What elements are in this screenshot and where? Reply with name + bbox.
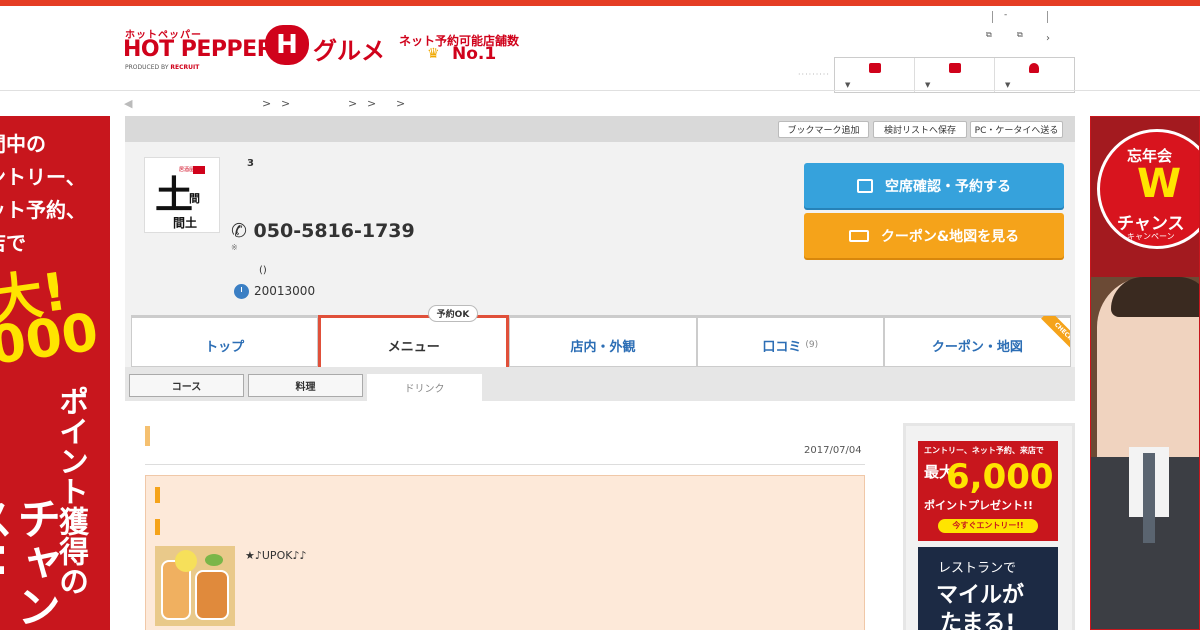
clock-icon <box>234 284 249 299</box>
breadcrumb-separator: > <box>367 97 377 110</box>
shop-logo: 土 居酒屋 間 間土 <box>144 157 220 233</box>
right-banner-ad[interactable]: 忘年会 W チャンス キャンペーン <box>1090 116 1200 630</box>
business-hours: 20013000 <box>254 284 316 298</box>
bookmark-icon <box>949 63 961 73</box>
phone-number-text: 050-5816-1739 <box>253 220 415 242</box>
phone-icon: ✆ <box>231 220 247 242</box>
recruit-text: RECRUIT <box>170 64 200 71</box>
drink-menu-name: ★♪UPOK♪♪ <box>245 549 307 562</box>
menu-heading-bar <box>155 487 160 503</box>
chevron-right-icon[interactable]: › <box>1046 33 1050 44</box>
header-divider <box>992 11 993 23</box>
breadcrumb-separator: > <box>262 97 272 110</box>
breadcrumb-separator: > <box>396 97 406 110</box>
subtab-course[interactable]: コース <box>129 374 244 397</box>
breadcrumb-separator: > <box>281 97 291 110</box>
ad-left-line: 間中の <box>0 132 46 156</box>
link-icon[interactable]: ⧉ <box>1017 30 1023 40</box>
check-ribbon: CHECK <box>1036 316 1070 350</box>
subtab-food[interactable]: 料理 <box>248 374 363 397</box>
tab-reviews[interactable]: 口コミ (9) <box>696 315 884 367</box>
ad-left-big2: ,000 <box>0 302 102 380</box>
ad-right-text3: キャンペーン <box>1127 232 1175 241</box>
breadcrumb-back-icon[interactable]: ◀ <box>124 97 132 110</box>
chevron-down-icon: ▼ <box>1005 81 1011 89</box>
sidebar-point-campaign-ad[interactable]: エントリー、ネット予約、来店で 最大 6,000 ポイントプレゼント!! 今すぐ… <box>918 441 1058 541</box>
produced-by-text: PRODUCED BY <box>125 64 169 71</box>
shop-icon <box>869 63 881 73</box>
phone-number[interactable]: ✆ 050-5816-1739 <box>231 220 415 242</box>
header-divider-line <box>0 90 1200 91</box>
shop-logo-kanji-mid: 間 <box>189 192 200 205</box>
section-heading-bar <box>145 426 150 446</box>
review-count: (9) <box>805 340 819 350</box>
left-banner-ad[interactable]: 間中の ントリー、 ット予約、 店で 大! ,000 ポイント獲得の チャンス!… <box>0 116 110 630</box>
ad-right-w: W <box>1137 161 1182 207</box>
shop-tabs: トップ メニュー 店内・外観 口コミ (9) クーポン・地図 <box>131 315 1072 367</box>
send-to-phone-button[interactable]: PC・ケータイへ送る <box>970 121 1063 138</box>
side-ad1-amount: 6,000 <box>946 457 1054 497</box>
check-ribbon-text: CHECK <box>1041 316 1070 350</box>
logo-produced-by: PRODUCED BY RECRUIT <box>125 64 199 71</box>
tab-menu[interactable]: メニュー <box>318 315 510 367</box>
header-mini-dash[interactable]: - <box>1004 10 1007 20</box>
quick-menu-shop[interactable]: ▼ <box>835 58 915 92</box>
coupon-button-label: クーポン&地図を見る <box>880 228 1020 245</box>
quick-menu-user[interactable]: ▼ <box>995 58 1074 92</box>
ad-right-person-tie <box>1143 453 1155 543</box>
side-ad2-line3: たまる! <box>940 611 1016 630</box>
shop-logo-seal <box>193 166 205 174</box>
chevron-down-icon: ▼ <box>845 81 851 89</box>
shop-paren-text: () <box>259 265 267 276</box>
header-divider <box>1047 11 1048 23</box>
reserve-button[interactable]: 空席確認・予約する <box>804 163 1064 208</box>
save-list-button[interactable]: 検討リストへ保存 <box>873 121 967 138</box>
logo-hot-pepper[interactable]: HOT PEPPER <box>123 37 274 62</box>
side-ad1-line3: ポイントプレゼント!! <box>924 499 1034 512</box>
ad-left-lines: 間中の ントリー、 ット予約、 店で <box>0 128 86 260</box>
tab-reviews-label: 口コミ <box>762 339 802 355</box>
side-ad1-line1: エントリー、ネット予約、来店で <box>924 446 1044 455</box>
tab-top[interactable]: トップ <box>131 315 319 367</box>
header-quick-menu: ▼ ▼ ▼ <box>834 57 1075 93</box>
ticket-icon <box>848 229 869 242</box>
side-ad1-cta: 今すぐエントリー!! <box>938 519 1038 533</box>
ad-left-line: ット予約、 <box>0 198 86 222</box>
mint-leaf <box>205 554 223 566</box>
ad-right-person-hair <box>1111 277 1199 317</box>
sidebar-mileage-ad[interactable]: レストランで マイルが たまる! <box>918 547 1058 630</box>
crown-icon: ♛ <box>427 46 440 62</box>
side-ad2-line1: レストランで <box>938 561 1017 576</box>
shop-logo-kanji-bottom: 間土 <box>173 216 198 230</box>
section-divider <box>145 464 865 465</box>
bookmark-button[interactable]: ブックマーク追加 <box>778 121 869 138</box>
shop-number: 3 <box>247 158 254 169</box>
logo-gurume[interactable]: グルメ <box>313 31 385 66</box>
tab-interior[interactable]: 店内・外観 <box>509 315 697 367</box>
chevron-down-icon: ▼ <box>925 81 931 89</box>
logo-h-icon[interactable]: H <box>265 25 309 65</box>
phone-note: ※ <box>231 243 238 252</box>
link-icon[interactable]: ⧉ <box>986 30 992 40</box>
reserve-button-label: 空席確認・予約する <box>885 178 1011 195</box>
reservation-ok-badge: 予約OK <box>428 305 478 322</box>
top-accent-bar <box>0 0 1200 6</box>
drink-glass <box>195 570 229 620</box>
user-icon <box>1029 63 1039 73</box>
updated-date: 2017/07/04 <box>804 445 862 456</box>
header-dots: ········· <box>798 70 830 79</box>
subtab-drink[interactable]: ドリンク <box>367 374 482 401</box>
ad-left-vertical1: ポイント獲得の <box>53 386 88 596</box>
menu-heading-bar <box>155 519 160 535</box>
shop-logo-label: 居酒屋 <box>179 167 195 173</box>
ad-left-vertical2: チャンス!! <box>0 496 60 628</box>
quick-menu-bookmark[interactable]: ▼ <box>915 58 995 92</box>
calendar-icon <box>857 178 873 193</box>
breadcrumb-separator: > <box>348 97 358 110</box>
drink-photo[interactable] <box>155 546 235 626</box>
lemon-slice <box>175 550 197 572</box>
ad-left-line: ントリー、 <box>0 165 86 189</box>
no1-badge: No.1 <box>452 44 497 64</box>
coupon-map-button[interactable]: クーポン&地図を見る <box>804 213 1064 258</box>
